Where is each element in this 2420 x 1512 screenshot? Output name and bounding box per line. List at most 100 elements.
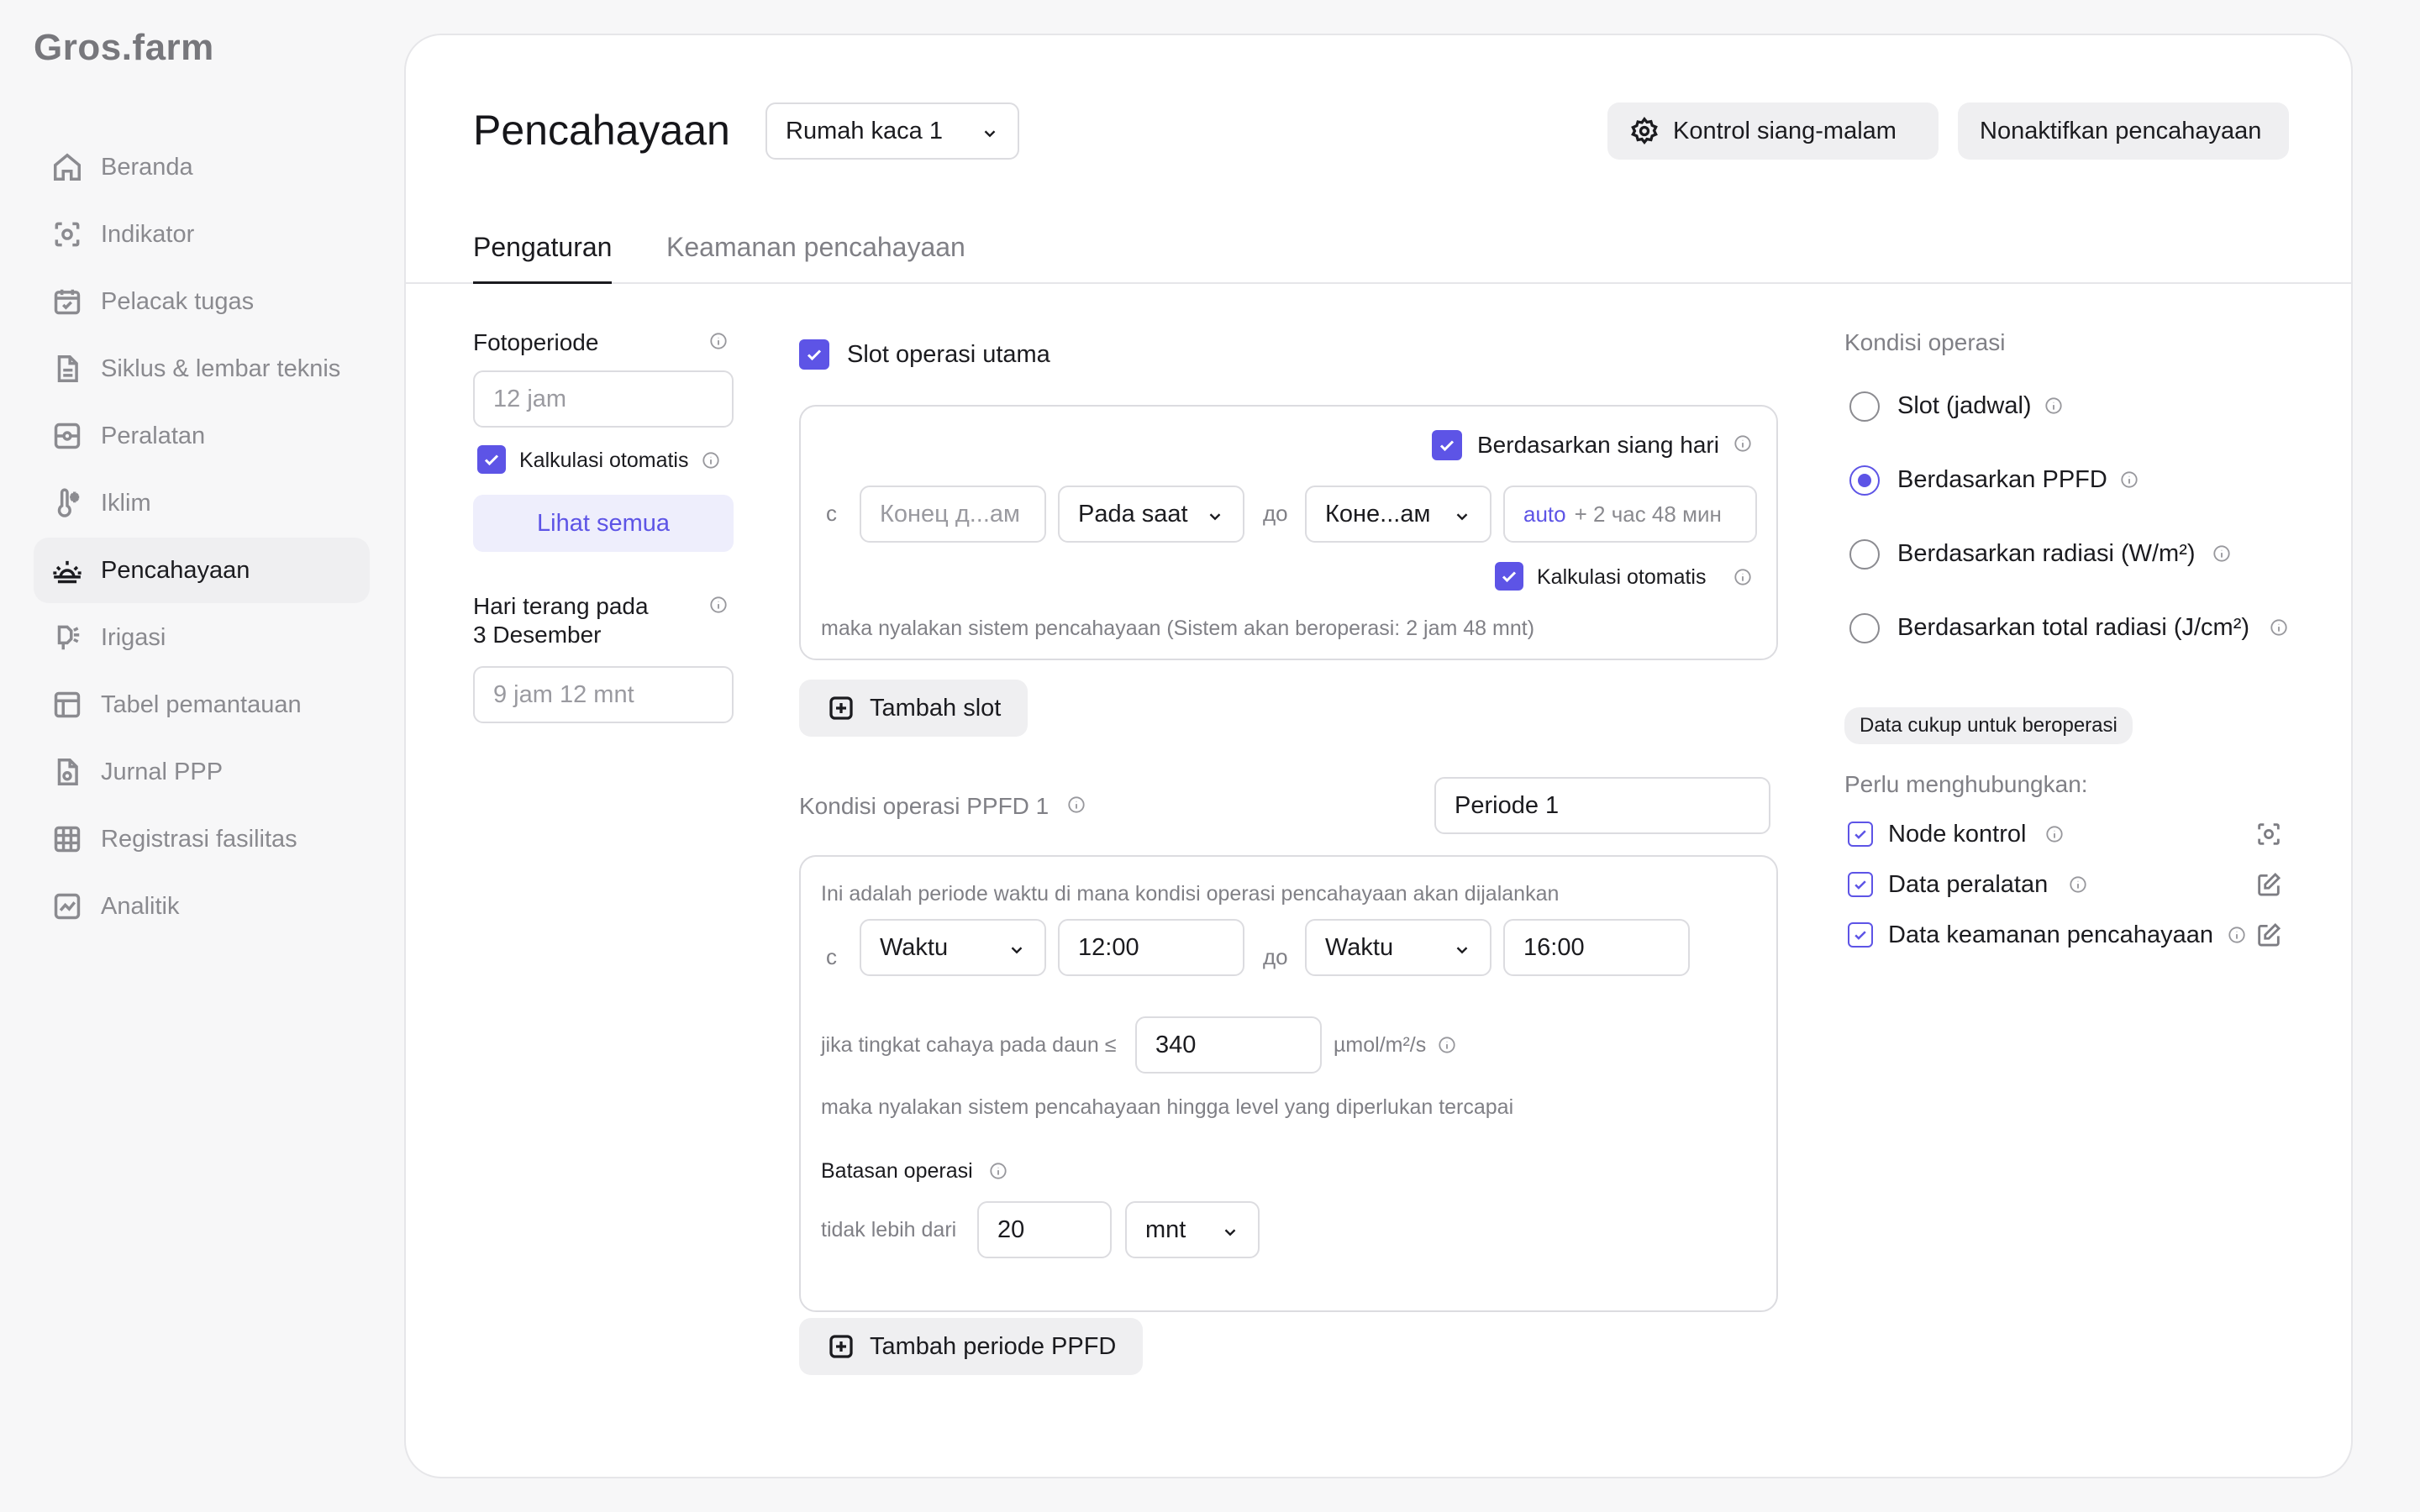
sidebar-item-label: Tabel pemantauan	[101, 690, 302, 718]
greenhouse-select[interactable]: Rumah kaca 1	[765, 102, 1019, 160]
chevron-down-icon	[1453, 938, 1471, 957]
ppfd-period-select[interactable]: Periode 1	[1434, 777, 1770, 834]
photoperiod-auto-checkbox[interactable]	[477, 445, 506, 474]
tab-pengaturan[interactable]: Pengaturan	[473, 232, 613, 284]
greenhouse-select-value: Rumah kaca 1	[786, 117, 943, 144]
info-icon[interactable]	[2212, 544, 2231, 563]
main-slot-checkbox[interactable]	[799, 339, 829, 370]
sidebar-item-label: Registrasi fasilitas	[101, 825, 297, 853]
status-badge: Data cukup untuk beroperasi	[1844, 707, 2133, 744]
chevron-down-icon	[1453, 505, 1471, 523]
info-icon[interactable]	[2069, 875, 2087, 894]
home-icon	[50, 150, 84, 184]
slot-to-value: Коне...ам	[1325, 500, 1431, 528]
radio-slot-schedule[interactable]	[1849, 391, 1880, 422]
slot-description: maka nyalakan sistem pencahayaan (Sistem…	[821, 617, 1535, 640]
disable-lighting-label: Nonaktifkan pencahayaan	[1980, 117, 2262, 144]
radio-radiation[interactable]	[1849, 539, 1880, 570]
gear-icon	[1631, 117, 1658, 144]
info-icon[interactable]	[2228, 926, 2246, 944]
ppfd-intro: Ini adalah periode waktu di mana kondisi…	[821, 882, 1560, 906]
thermometer-icon	[50, 486, 84, 520]
ppfd-limit-label: Batasan operasi	[821, 1159, 973, 1183]
see-all-button[interactable]: Lihat semua	[473, 495, 734, 552]
equipment-icon	[50, 419, 84, 453]
info-icon[interactable]	[709, 596, 728, 614]
sidebar-item-tabel-pemantauan[interactable]: Tabel pemantauan	[34, 672, 370, 738]
ppfd-limit-input[interactable]: 20	[977, 1201, 1112, 1258]
info-icon[interactable]	[2044, 396, 2063, 415]
ppfd-to-label: до	[1263, 944, 1288, 969]
ppfd-from-select[interactable]: Waktu	[860, 919, 1046, 976]
sidebar-item-jurnal-ppp[interactable]: Jurnal PPP	[34, 739, 370, 805]
daynight-control-button[interactable]: Kontrol siang-malam	[1607, 102, 1939, 160]
info-icon[interactable]	[2120, 470, 2139, 489]
info-icon[interactable]	[2045, 825, 2064, 843]
photoperiod-input[interactable]: 12 jam	[473, 370, 734, 428]
connection-lighting-safety-checkbox[interactable]	[1848, 922, 1873, 948]
tab-keamanan-pencahayaan[interactable]: Keamanan pencahayaan	[666, 232, 965, 281]
slot-from-input[interactable]: Конец д...ам	[860, 486, 1046, 543]
chevron-down-icon	[1206, 505, 1224, 523]
slot-mode-select[interactable]: Pada saat	[1058, 486, 1244, 543]
ppfd-from-select-value: Waktu	[880, 933, 949, 961]
info-icon[interactable]	[709, 332, 728, 350]
ppfd-from-time-input[interactable]: 12:00	[1058, 919, 1244, 976]
sidebar-item-peralatan[interactable]: Peralatan	[34, 403, 370, 469]
ppfd-threshold-input[interactable]: 340	[1135, 1016, 1322, 1074]
sidebar-item-pencahayaan[interactable]: Pencahayaan	[34, 538, 370, 603]
daylight-input[interactable]: 9 jam 12 mnt	[473, 666, 734, 723]
connection-node-checkbox[interactable]	[1848, 822, 1873, 847]
sidebar-item-iklim[interactable]: Iklim	[34, 470, 370, 536]
slot-auto-calc-checkbox[interactable]	[1495, 562, 1523, 591]
info-icon[interactable]	[989, 1162, 1007, 1180]
ppfd-to-select[interactable]: Waktu	[1305, 919, 1491, 976]
radio-ppfd[interactable]	[1849, 465, 1880, 496]
table-icon	[50, 688, 84, 722]
ppfd-condition-label: Kondisi operasi PPFD 1	[799, 793, 1050, 819]
sidebar-item-indikator[interactable]: Indikator	[34, 202, 370, 267]
slot-to-label: до	[1263, 501, 1288, 526]
sidebar-item-analitik[interactable]: Analitik	[34, 874, 370, 939]
chevron-down-icon	[1221, 1221, 1239, 1239]
ppfd-limit-unit-value: mnt	[1145, 1215, 1186, 1243]
info-icon[interactable]	[1733, 434, 1752, 453]
connection-lighting-safety-label: Data keamanan pencahayaan	[1888, 921, 2213, 948]
app-logo: Gros.farm	[34, 27, 214, 68]
edit-icon[interactable]	[2254, 870, 2283, 899]
slot-auto-duration-input[interactable]: auto + 2 час 48 мин	[1503, 486, 1757, 543]
ppfd-limit-unit-select[interactable]: mnt	[1125, 1201, 1260, 1258]
slot-to-select[interactable]: Коне...ам	[1305, 486, 1491, 543]
sidebar-item-beranda[interactable]: Beranda	[34, 134, 370, 200]
ppfd-to-time-input[interactable]: 16:00	[1503, 919, 1690, 976]
daylight-based-checkbox[interactable]	[1432, 430, 1462, 460]
slot-from-label: с	[826, 501, 837, 526]
sidebar-item-label: Pelacak tugas	[101, 287, 255, 315]
ppfd-unit: µmol/m²/s	[1334, 1033, 1427, 1057]
sidebar-item-siklus[interactable]: Siklus & lembar teknis	[34, 336, 370, 402]
sidebar-item-irigasi[interactable]: Irigasi	[34, 605, 370, 670]
info-icon[interactable]	[1733, 568, 1752, 586]
sensor-icon[interactable]	[2254, 820, 2283, 848]
radio-slot-schedule-label: Slot (jadwal)	[1897, 392, 2032, 419]
sidebar-item-pelacak-tugas[interactable]: Pelacak tugas	[34, 269, 370, 334]
plus-square-icon	[829, 1335, 853, 1358]
auto-duration-value: + 2 час 48 мин	[1574, 501, 1722, 527]
radio-radiation-label: Berdasarkan radiasi (W/m²)	[1897, 540, 2196, 567]
sidebar-item-registrasi[interactable]: Registrasi fasilitas	[34, 806, 370, 872]
add-slot-button[interactable]: Tambah slot	[799, 680, 1028, 737]
info-icon[interactable]	[1067, 795, 1086, 814]
disable-lighting-button[interactable]: Nonaktifkan pencahayaan	[1958, 102, 2289, 160]
info-icon[interactable]	[2270, 618, 2288, 637]
gear-document-icon	[50, 755, 84, 789]
info-icon[interactable]	[702, 451, 720, 470]
edit-icon[interactable]	[2254, 921, 2283, 949]
connection-equipment-checkbox[interactable]	[1848, 872, 1873, 897]
sidebar-item-label: Irigasi	[101, 623, 166, 651]
ppfd-threshold-label: jika tingkat cahaya pada daun ≤	[821, 1033, 1117, 1057]
sensor-icon	[50, 218, 84, 251]
radio-total-radiation[interactable]	[1849, 613, 1880, 643]
slot-auto-calc-label: Kalkulasi otomatis	[1537, 565, 1707, 589]
info-icon[interactable]	[1438, 1036, 1456, 1054]
add-ppfd-period-button[interactable]: Tambah periode PPFD	[799, 1318, 1144, 1375]
